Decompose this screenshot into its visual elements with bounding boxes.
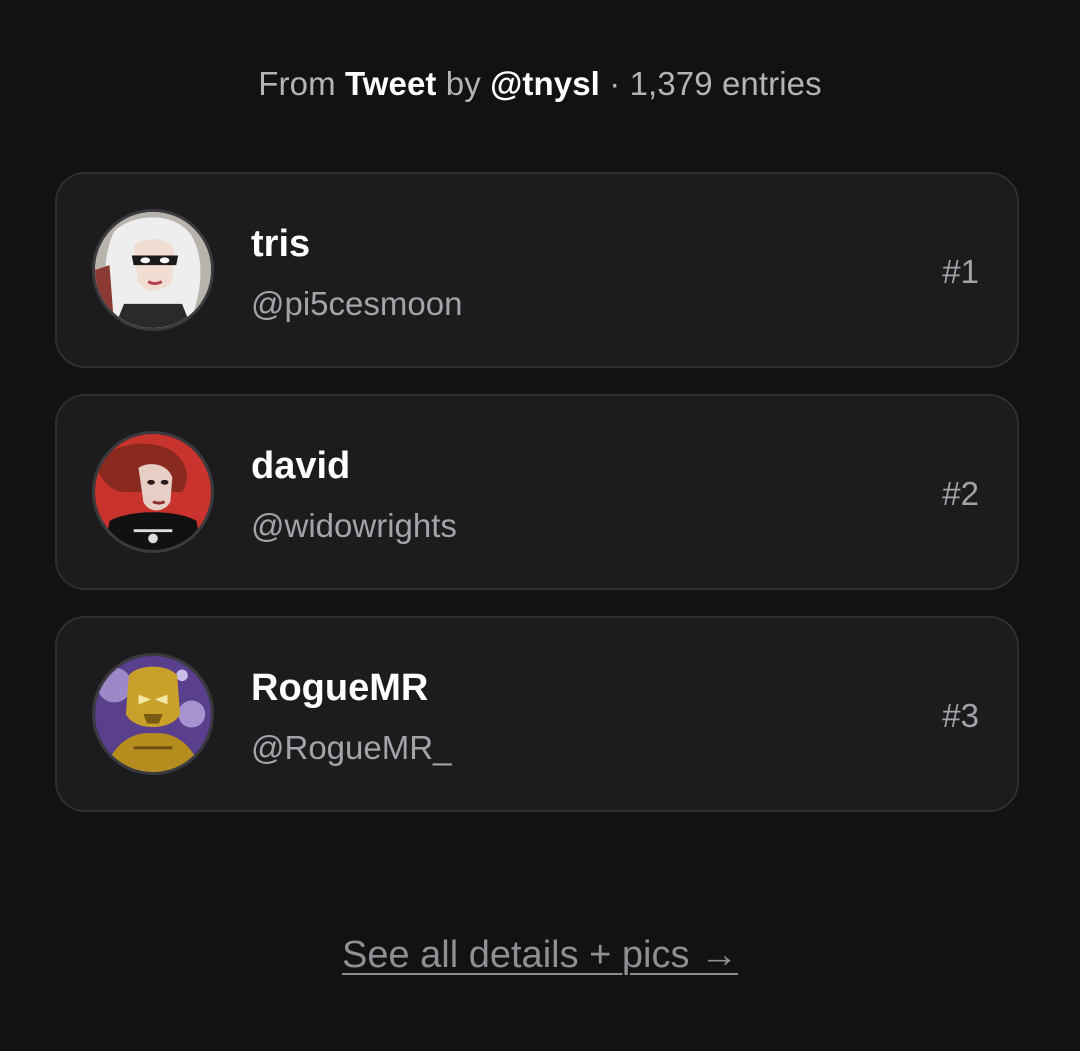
user-handle[interactable]: @widowrights	[251, 504, 457, 548]
avatar-icon[interactable]	[92, 209, 214, 331]
source-summary: From Tweet by @tnysl · 1,379 entries	[0, 62, 1080, 106]
user-handle[interactable]: @pi5cesmoon	[251, 282, 462, 326]
author-handle[interactable]: @tnysl	[490, 65, 600, 102]
rank-label: #3	[942, 697, 979, 734]
leaderboard-card-1[interactable]: tris @pi5cesmoon #1	[55, 172, 1019, 368]
user-name[interactable]: david	[251, 444, 350, 488]
header-separator: ·	[609, 65, 621, 102]
rank-label: #2	[942, 475, 979, 512]
user-name[interactable]: RogueMR	[251, 666, 428, 710]
leaderboard-card-2[interactable]: david @widowrights #2	[55, 394, 1019, 590]
leaderboard-card-3[interactable]: RogueMR @RogueMR_ #3	[55, 616, 1019, 812]
entries-count: 1,379 entries	[629, 65, 822, 102]
user-handle[interactable]: @RogueMR_	[251, 726, 451, 770]
leaderboard-list: tris @pi5cesmoon #1 david @widowrights #…	[55, 172, 1019, 838]
see-all-details-link[interactable]: See all details + pics →	[342, 934, 738, 976]
see-all-details: See all details + pics →	[0, 930, 1080, 980]
header-prefix: From	[258, 65, 336, 102]
rank-label: #1	[942, 253, 979, 290]
source-type[interactable]: Tweet	[345, 65, 437, 102]
avatar-icon[interactable]	[92, 653, 214, 775]
avatar-icon[interactable]	[92, 431, 214, 553]
header-by: by	[445, 65, 481, 102]
user-name[interactable]: tris	[251, 222, 310, 266]
